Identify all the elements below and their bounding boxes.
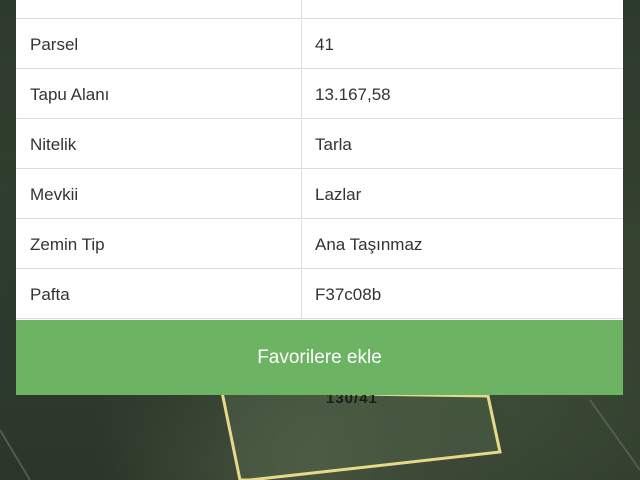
info-row-zemin-tip: Zemin Tip Ana Taşınmaz [16, 220, 623, 269]
info-key: Pafta [16, 270, 302, 319]
info-row-mevkii: Mevkii Lazlar [16, 170, 623, 219]
info-key: Zemin Tip [16, 220, 302, 269]
info-row-tapu-alani: Tapu Alanı 13.167,58 [16, 70, 623, 119]
info-value: Ana Taşınmaz [315, 235, 423, 254]
parcel-info-panel: Ada 130 Parsel 41 Tapu Alanı 13.167,58 N… [16, 0, 623, 395]
info-value: F37c08b [315, 285, 382, 304]
info-key: Nitelik [16, 120, 302, 169]
info-row-pafta: Pafta F37c08b [16, 270, 623, 319]
add-favorite-button[interactable]: Favorilere ekle [16, 320, 623, 395]
info-value: 41 [315, 35, 334, 54]
info-key: Tapu Alanı [16, 70, 302, 119]
info-value: Lazlar [315, 185, 362, 204]
info-row-nitelik: Nitelik Tarla [16, 120, 623, 169]
info-value: 13.167,58 [315, 85, 391, 104]
info-row-ada: Ada 130 [16, 0, 623, 19]
info-key: Parsel [16, 20, 302, 69]
info-value: 130 [303, 0, 623, 19]
info-value: Tarla [315, 135, 352, 154]
info-key: Ada [16, 0, 302, 19]
info-row-parsel: Parsel 41 [16, 20, 623, 69]
info-key: Mevkii [16, 170, 302, 219]
